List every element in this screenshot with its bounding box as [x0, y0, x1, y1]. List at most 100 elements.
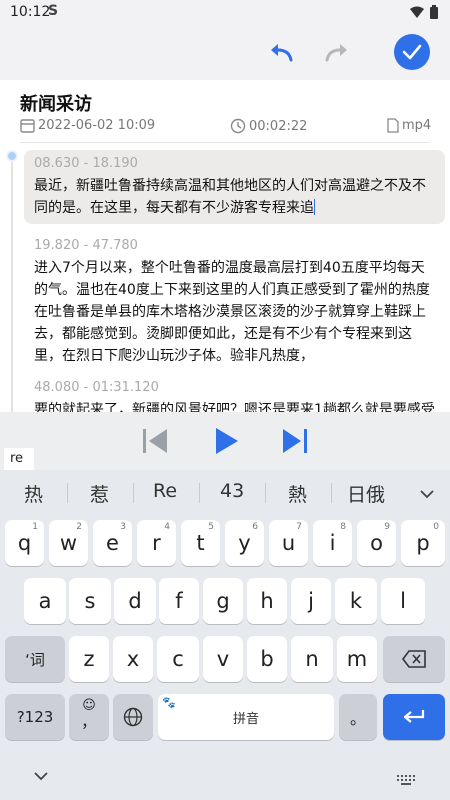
key-language[interactable]: [113, 694, 153, 740]
candidate-item[interactable]: 43: [220, 480, 244, 502]
backspace-key[interactable]: [383, 636, 445, 682]
candidate-divider: [133, 483, 134, 503]
key-h[interactable]: h: [247, 578, 287, 624]
record-meta: 2022-06-02 10:09 00:02:22 mp4: [20, 118, 435, 138]
redo-button[interactable]: [318, 34, 356, 72]
key-label: g: [216, 589, 230, 613]
key-hint: 6: [252, 522, 258, 532]
key-t[interactable]: t5: [181, 520, 220, 566]
record-duration: 00:02:22: [230, 118, 307, 134]
key-label: d: [128, 589, 142, 613]
segment-text[interactable]: 进入7个月以来，整个吐鲁番的温度最高层打到40五度平均每天的气。温也在40度上下…: [24, 253, 445, 367]
candidate-item[interactable]: 日俄: [347, 480, 385, 507]
key-o[interactable]: o9: [357, 520, 396, 566]
key-hint: 0: [433, 522, 439, 532]
key-hint: 9: [384, 522, 390, 532]
key-g[interactable]: g: [203, 578, 243, 624]
candidate-item[interactable]: 惹: [90, 480, 109, 507]
key-i[interactable]: i8: [313, 520, 352, 566]
key-x[interactable]: x: [113, 636, 153, 682]
skip-previous-icon: [143, 429, 167, 453]
key-label: s: [84, 589, 96, 613]
key-a[interactable]: a: [24, 578, 66, 624]
key-l[interactable]: l: [381, 578, 425, 624]
key-q[interactable]: q1: [5, 520, 44, 566]
key-n[interactable]: n: [291, 636, 333, 682]
key-y[interactable]: y6: [225, 520, 264, 566]
record-format-text: mp4: [402, 118, 432, 133]
key-label: f: [175, 589, 183, 613]
transcript-segment[interactable]: 19.820 - 47.780 进入7个月以来，整个吐鲁番的温度最高层打到40五…: [24, 238, 445, 367]
key-m[interactable]: m: [337, 636, 377, 682]
key-e[interactable]: e3: [93, 520, 132, 566]
undo-button[interactable]: [262, 34, 300, 72]
enter-key[interactable]: [383, 694, 445, 740]
key-d[interactable]: d: [114, 578, 156, 624]
soft-keyboard: 热 惹 Re 43 熱 日俄 q1 w2 e3 r4 t5 y6 u7 i8 o…: [0, 470, 450, 800]
candidate-item[interactable]: 熱: [288, 480, 307, 507]
key-r[interactable]: r4: [137, 520, 176, 566]
skip-previous-button[interactable]: [142, 426, 168, 456]
transcript-list[interactable]: 08.630 - 18.190 最近，新疆吐鲁番持续高温和其他地区的人们对高温避…: [0, 146, 450, 412]
segment-text[interactable]: 要的就起来了，新疆的风景好吧？嗯还是要来1趟都么就是要感受: [24, 395, 445, 412]
key-label: a: [38, 589, 52, 613]
key-label: e: [106, 531, 119, 555]
segment-time: 48.080 - 01:31.120: [34, 380, 159, 395]
key-label: z: [83, 647, 95, 671]
key-p[interactable]: p0: [401, 520, 445, 566]
paw-icon: 🐾: [162, 696, 176, 709]
undo-icon: [271, 44, 293, 62]
editor-toolbar: [0, 26, 450, 80]
candidate-item[interactable]: 热: [24, 480, 43, 507]
key-j[interactable]: j: [291, 578, 331, 624]
key-v[interactable]: v: [203, 636, 243, 682]
key-w[interactable]: w2: [49, 520, 88, 566]
key-s[interactable]: s: [69, 578, 111, 624]
key-emoji-comma[interactable]: ☺ ，: [69, 694, 109, 740]
emoji-icon: ☺: [82, 698, 96, 713]
globe-icon: [123, 707, 143, 727]
key-c[interactable]: c: [157, 636, 199, 682]
key-label: u: [281, 531, 296, 555]
key-label: b: [260, 647, 274, 671]
check-icon: [402, 44, 422, 60]
chevron-down-icon: [34, 772, 48, 781]
segment-text-editor[interactable]: 最近，新疆吐鲁番持续高温和其他地区的人们对高温避之不及不同的是。在这里，每天都有…: [24, 171, 445, 219]
candidate-item[interactable]: Re: [153, 480, 177, 502]
key-symbols[interactable]: ?123: [5, 694, 65, 740]
expand-candidates-button[interactable]: [420, 484, 434, 503]
status-icons: [410, 5, 438, 19]
skip-next-icon: [283, 429, 307, 453]
key-label: t: [196, 531, 205, 555]
skip-next-button[interactable]: [282, 426, 308, 456]
segment-time: 08.630 - 18.190: [34, 156, 138, 171]
record-duration-text: 00:02:22: [249, 118, 308, 134]
key-label: r: [152, 531, 161, 555]
wifi-icon: [410, 6, 424, 18]
hide-keyboard-button[interactable]: [34, 766, 48, 785]
key-hint: 8: [340, 522, 346, 532]
space-key[interactable]: 🐾 拼音: [158, 694, 334, 740]
key-b[interactable]: b: [247, 636, 287, 682]
key-u[interactable]: u7: [269, 520, 308, 566]
keyboard-switcher-button[interactable]: [397, 770, 415, 789]
chevron-down-icon: [420, 490, 434, 499]
key-shift-word[interactable]: ‘词: [5, 636, 65, 682]
key-z[interactable]: z: [69, 636, 109, 682]
key-label: c: [172, 647, 184, 671]
key-period[interactable]: 。: [339, 694, 377, 740]
record-title: 新闻采访: [20, 94, 92, 115]
key-hint: 4: [164, 522, 170, 532]
key-label: l: [400, 589, 406, 613]
key-label: ，: [80, 712, 97, 731]
transcript-segment-active[interactable]: 08.630 - 18.190 最近，新疆吐鲁番持续高温和其他地区的人们对高温避…: [24, 150, 445, 224]
key-label: x: [126, 647, 140, 671]
key-label: i: [329, 531, 336, 555]
clock-icon: [230, 118, 246, 134]
key-f[interactable]: f: [159, 578, 199, 624]
transcript-segment[interactable]: 48.080 - 01:31.120 要的就起来了，新疆的风景好吧？嗯还是要来1…: [24, 380, 445, 412]
key-k[interactable]: k: [335, 578, 377, 624]
play-button[interactable]: [215, 426, 239, 456]
key-hint: 2: [76, 522, 82, 532]
confirm-button[interactable]: [394, 34, 430, 70]
